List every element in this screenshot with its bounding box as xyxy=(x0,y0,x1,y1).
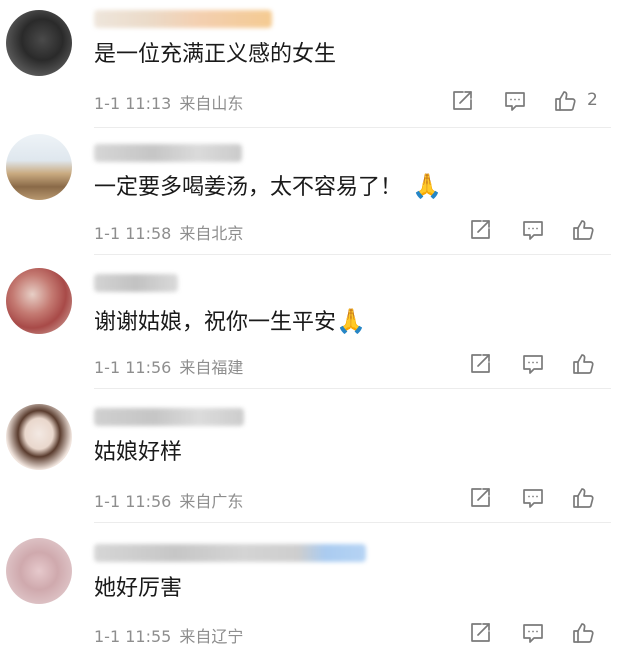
comment-actions xyxy=(466,216,606,244)
pray-emoji: 🙏 xyxy=(336,307,366,335)
comment-icon xyxy=(523,489,543,508)
comment-text: 是一位充满正义感的女生 xyxy=(94,42,337,67)
comment-date: 1-1 11:56 xyxy=(94,358,172,377)
comment-location: 来自广东 xyxy=(179,492,244,511)
like-button[interactable] xyxy=(569,484,597,512)
username[interactable] xyxy=(94,408,244,426)
comment-location: 来自福建 xyxy=(179,358,244,377)
comment-text: 她好厉害 xyxy=(94,576,183,601)
comment-date: 1-1 11:13 xyxy=(94,94,172,113)
avatar[interactable] xyxy=(6,134,72,200)
share-button[interactable] xyxy=(466,350,494,378)
comment-date: 1-1 11:56 xyxy=(94,492,172,511)
comment-location: 来自辽宁 xyxy=(179,627,244,646)
comment-button[interactable] xyxy=(519,216,547,244)
divider xyxy=(94,254,611,255)
share-button[interactable] xyxy=(466,619,494,647)
comment-location: 来自山东 xyxy=(179,94,244,113)
comment-icon xyxy=(505,92,525,111)
comment-text: 谢谢姑娘，祝你一生平安🙏 xyxy=(94,307,366,335)
comment-meta: 1-1 11:58 来自北京 xyxy=(94,220,243,244)
pray-emoji: 🙏 xyxy=(412,172,442,200)
comment-button[interactable] xyxy=(519,350,547,378)
divider xyxy=(94,127,611,128)
comment-button[interactable] xyxy=(501,87,529,115)
comment-actions xyxy=(466,350,606,378)
thumbs-up-icon xyxy=(573,220,594,240)
share-icon xyxy=(471,354,490,373)
comment-button[interactable] xyxy=(519,619,547,647)
username[interactable] xyxy=(94,144,242,162)
share-icon xyxy=(471,220,490,239)
comment-icon xyxy=(523,624,543,643)
share-button[interactable] xyxy=(466,484,494,512)
comment-meta: 1-1 11:56 来自福建 xyxy=(94,354,243,378)
thumbs-up-icon xyxy=(573,488,594,508)
share-button[interactable] xyxy=(448,87,476,115)
comment-actions xyxy=(466,484,606,512)
comment-icon xyxy=(523,221,543,240)
share-button[interactable] xyxy=(466,216,494,244)
thumbs-up-icon xyxy=(555,91,576,111)
comment-location: 来自北京 xyxy=(179,224,244,243)
comment-text: 姑娘好样 xyxy=(94,440,183,465)
comment-meta: 1-1 11:55 来自辽宁 xyxy=(94,623,243,647)
avatar[interactable] xyxy=(6,10,72,76)
username[interactable] xyxy=(94,274,178,292)
like-button[interactable] xyxy=(569,350,597,378)
comment-date: 1-1 11:55 xyxy=(94,627,172,646)
thumbs-up-icon xyxy=(573,623,594,643)
avatar[interactable] xyxy=(6,538,72,604)
comment-text: 一定要多喝姜汤，太不容易了！ 🙏 xyxy=(94,172,442,200)
share-icon xyxy=(471,488,490,507)
comment-button[interactable] xyxy=(519,484,547,512)
comment-meta: 1-1 11:56 来自广东 xyxy=(94,488,243,512)
like-button[interactable] xyxy=(569,216,597,244)
like-button[interactable] xyxy=(569,619,597,647)
avatar[interactable] xyxy=(6,404,72,470)
comment-meta: 1-1 11:13 来自山东 xyxy=(94,90,243,114)
thumbs-up-icon xyxy=(573,354,594,374)
like-button[interactable] xyxy=(551,87,579,115)
username[interactable] xyxy=(94,544,366,562)
divider xyxy=(94,388,611,389)
comment-actions: 2 xyxy=(448,87,618,115)
divider xyxy=(94,522,611,523)
comment-date: 1-1 11:58 xyxy=(94,224,172,243)
avatar[interactable] xyxy=(6,268,72,334)
like-count: 2 xyxy=(587,90,598,110)
share-icon xyxy=(453,91,472,110)
share-icon xyxy=(471,623,490,642)
comment-actions xyxy=(466,619,606,647)
username[interactable] xyxy=(94,10,272,28)
comment-icon xyxy=(523,355,543,374)
